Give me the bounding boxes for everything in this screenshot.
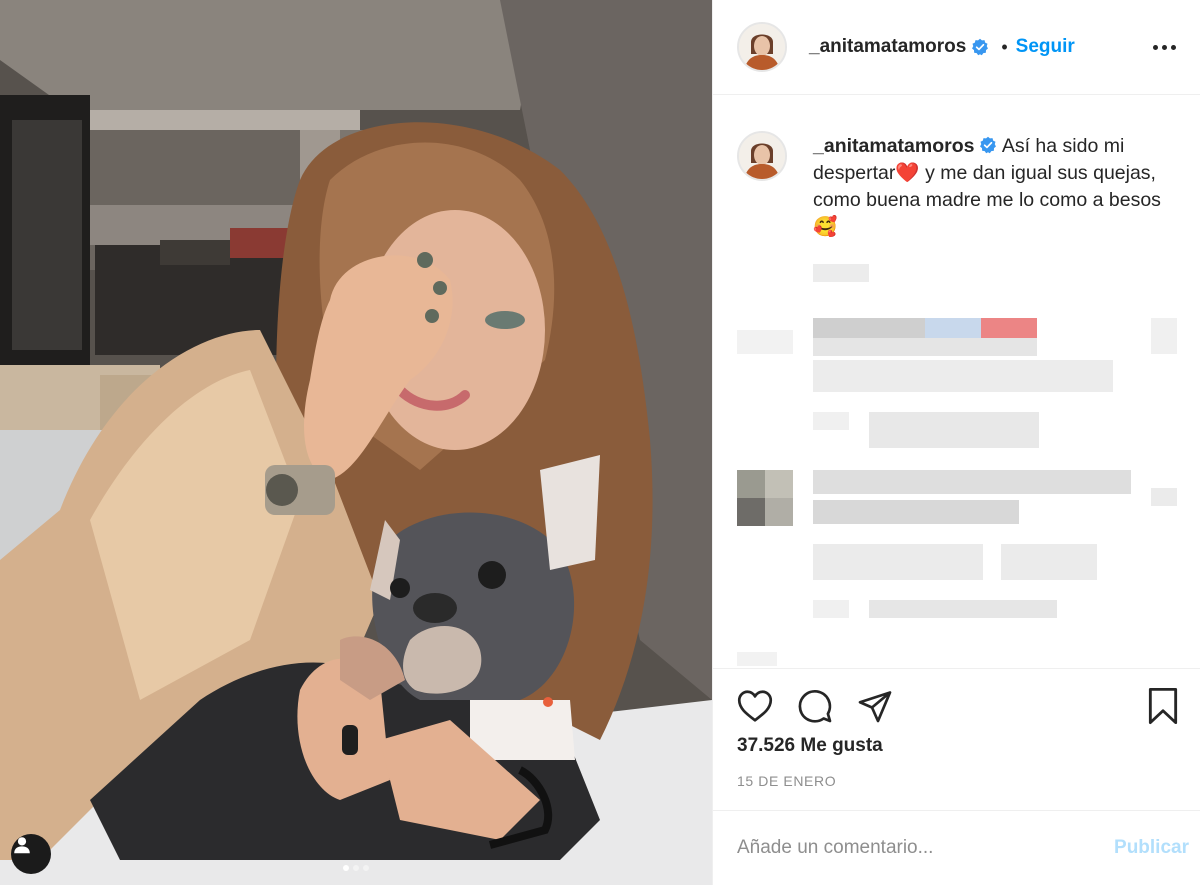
carousel-indicator [0, 865, 712, 871]
post-photo[interactable] [0, 0, 712, 885]
avatar-image [739, 133, 785, 179]
add-comment-bar: Publicar [713, 810, 1200, 885]
post-header: _anitamatamoros • Seguir [713, 0, 1200, 95]
comment-input[interactable] [737, 837, 1115, 859]
user-tag-icon [14, 837, 30, 854]
more-options-icon[interactable] [1153, 37, 1176, 58]
avatar-image [739, 24, 785, 70]
username[interactable]: _anitamatamoros [809, 36, 966, 58]
carousel-dot [343, 865, 349, 871]
more-dot [1162, 44, 1167, 50]
bookmark-icon [1148, 687, 1178, 725]
more-dot [1171, 44, 1176, 50]
post-side-panel: _anitamatamoros • Seguir _anitamatamoros… [712, 0, 1200, 885]
avatar[interactable] [737, 131, 787, 181]
separator-dot: • [1001, 36, 1008, 57]
post-date[interactable]: 15 DE ENERO [713, 757, 1200, 789]
carousel-dot [363, 865, 369, 871]
paper-plane-icon [858, 691, 892, 723]
publish-button[interactable]: Publicar [1114, 837, 1189, 859]
more-dot [1153, 44, 1158, 50]
red-heart-emoji: ❤️ [895, 162, 920, 184]
save-button[interactable] [1143, 686, 1183, 726]
caption-username[interactable]: _anitamatamoros [813, 135, 974, 157]
share-button[interactable] [855, 686, 895, 726]
smiling-hearts-emoji: 🥰 [813, 216, 838, 238]
carousel-dot [353, 865, 359, 871]
post-actions: 37.526 Me gusta 15 DE ENERO [713, 668, 1200, 810]
verified-badge-icon [980, 136, 997, 154]
follow-button[interactable]: Seguir [1016, 36, 1075, 58]
heart-icon [737, 690, 773, 722]
comment-button[interactable] [795, 686, 835, 726]
likes-count[interactable]: 37.526 Me gusta [713, 727, 1200, 757]
action-row [713, 669, 1200, 727]
caption-text: _anitamatamoros Así ha sido mi despertar… [813, 131, 1173, 241]
verified-badge-icon [972, 38, 989, 56]
photo-illustration [0, 0, 712, 885]
comments-section: _anitamatamoros Así ha sido mi despertar… [713, 96, 1200, 668]
caption: _anitamatamoros Así ha sido mi despertar… [713, 96, 1200, 241]
avatar[interactable] [737, 22, 787, 72]
comment-icon [798, 689, 832, 723]
like-button[interactable] [735, 686, 775, 726]
